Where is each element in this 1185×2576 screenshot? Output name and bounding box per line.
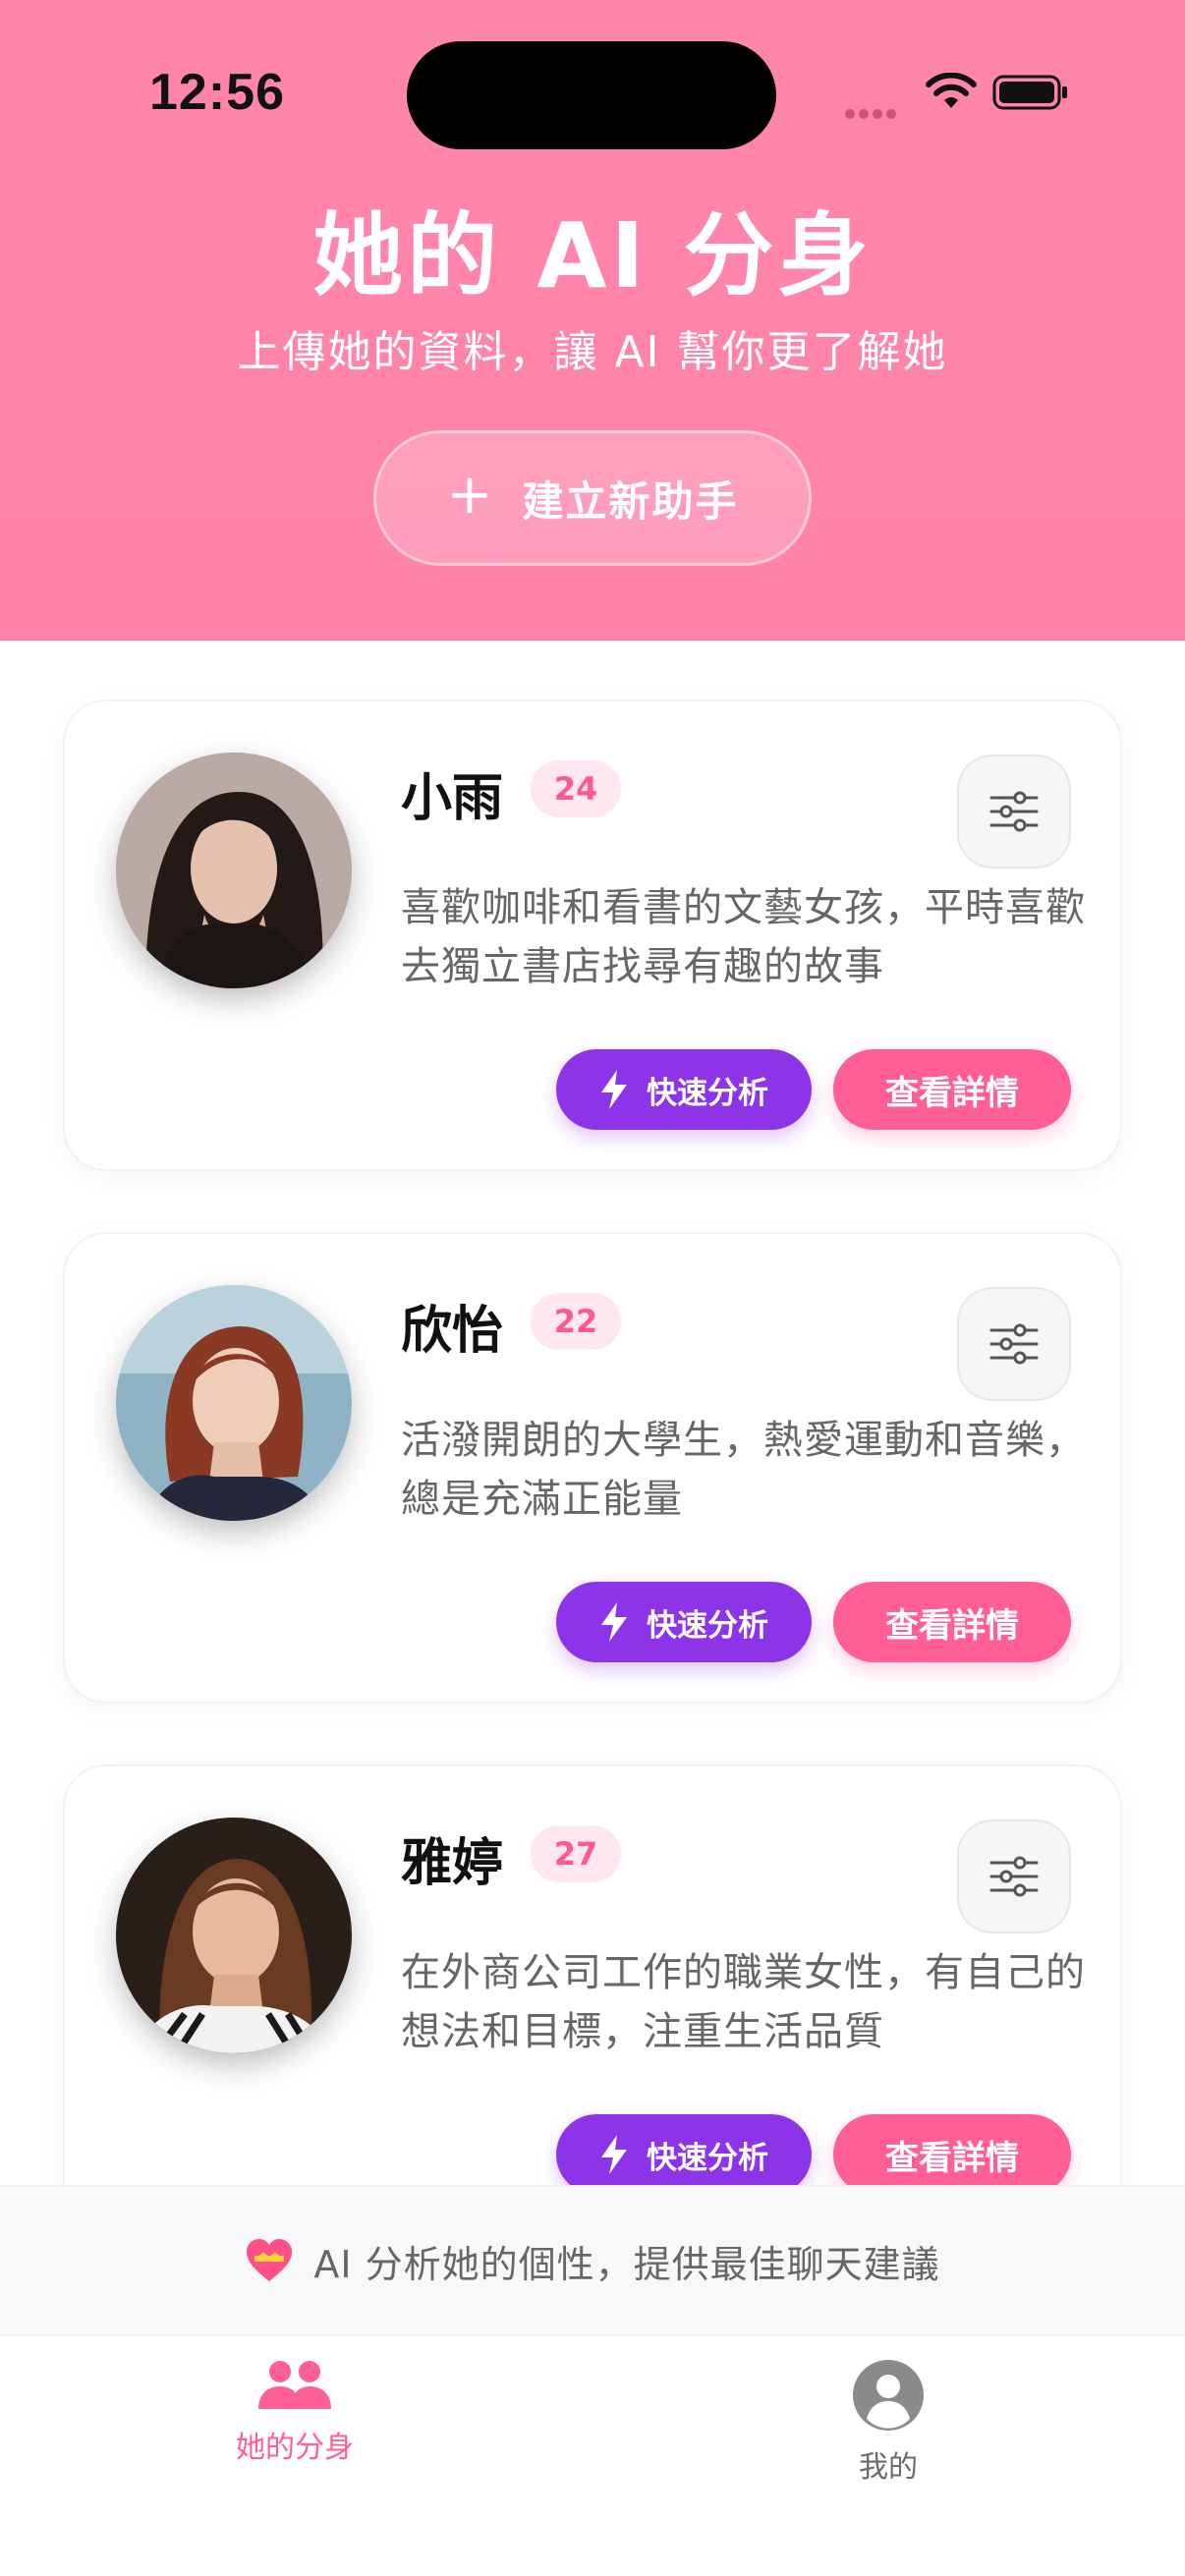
app-screen: 12:56 她的 AI 分身 上傳她的資料，讓 AI 幫你更了解她 + 建立新助… (0, 0, 1185, 2576)
dynamic-island (407, 41, 776, 149)
profile-settings-button[interactable] (957, 755, 1071, 868)
lightning-icon (601, 2135, 627, 2174)
profile-description: 喜歡咖啡和看書的文藝女孩，平時喜歡去獨立書店找尋有趣的故事 (401, 885, 1086, 989)
status-bar: 12:56 (0, 0, 1185, 177)
profile-description: 在外商公司工作的職業女性，有自己的想法和目標，注重生活品質 (401, 1950, 1086, 2054)
create-assistant-button[interactable]: + 建立新助手 (373, 430, 812, 566)
tip-text: AI 分析她的個性，提供最佳聊天建議 (313, 2242, 940, 2286)
battery-icon (992, 75, 1067, 110)
avatar (116, 753, 352, 988)
page-subtitle: 上傳她的資料，讓 AI 幫你更了解她 (237, 327, 948, 377)
quick-analysis-label: 快速分析 (647, 2140, 768, 2176)
view-details-button[interactable]: 查看詳情 (833, 1582, 1071, 1662)
profile-name: 欣怡 (401, 1302, 504, 1361)
person-icon (853, 2360, 924, 2431)
quick-analysis-label: 快速分析 (647, 1075, 768, 1111)
view-details-button[interactable]: 查看詳情 (833, 1049, 1071, 1130)
page-title: 她的 AI 分身 (312, 203, 873, 308)
heart-icon (247, 2239, 293, 2281)
view-details-label: 查看詳情 (885, 1605, 1019, 1646)
profile-name: 雅婷 (401, 1834, 504, 1893)
avatar (116, 1818, 352, 2053)
sliders-icon (989, 1323, 1039, 1365)
status-icons (845, 69, 1091, 128)
tip-banner: AI 分析她的個性，提供最佳聊天建議 (0, 2185, 1185, 2334)
sliders-icon (989, 791, 1039, 832)
age-badge: 24 (531, 760, 621, 817)
profile-card[interactable]: 欣怡 22 活潑開朗的大學生，熱愛運動和音樂，總是充滿正能量 快速分析 查看詳情 (63, 1232, 1122, 1704)
profile-card[interactable]: 雅婷 27 在外商公司工作的職業女性，有自己的想法和目標，注重生活品質 快速分析… (63, 1764, 1122, 2236)
lightning-icon (601, 1602, 627, 1642)
profile-description: 活潑開朗的大學生，熱愛運動和音樂，總是充滿正能量 (401, 1418, 1086, 1522)
quick-analysis-button[interactable]: 快速分析 (556, 1582, 812, 1662)
people-icon (258, 2361, 331, 2409)
avatar (116, 1285, 352, 1521)
header: 12:56 她的 AI 分身 上傳她的資料，讓 AI 幫你更了解她 + 建立新助… (0, 0, 1185, 641)
age-badge: 27 (531, 1825, 621, 1882)
tab-label: 我的 (859, 2450, 918, 2485)
tab-her-avatars[interactable]: 她的分身 (147, 2360, 442, 2466)
profile-name: 小雨 (401, 769, 504, 828)
view-details-label: 查看詳情 (885, 1073, 1019, 1113)
sliders-icon (989, 1856, 1039, 1897)
lightning-icon (601, 1070, 627, 1109)
tab-bar: 她的分身 我的 (0, 2334, 1185, 2576)
tab-label: 她的分身 (236, 2431, 354, 2465)
profile-settings-button[interactable] (957, 1820, 1071, 1933)
view-details-label: 查看詳情 (885, 2138, 1019, 2178)
status-time: 12:56 (149, 64, 285, 121)
cellular-signal-icon (845, 104, 900, 123)
tab-me[interactable]: 我的 (741, 2360, 1036, 2486)
age-badge: 22 (531, 1293, 621, 1350)
plus-icon: + (446, 463, 495, 527)
quick-analysis-button[interactable]: 快速分析 (556, 1049, 812, 1130)
quick-analysis-label: 快速分析 (647, 1607, 768, 1644)
profile-card[interactable]: 小雨 24 喜歡咖啡和看書的文藝女孩，平時喜歡去獨立書店找尋有趣的故事 快速分析… (63, 700, 1122, 1171)
profile-settings-button[interactable] (957, 1287, 1071, 1401)
view-details-button[interactable]: 查看詳情 (833, 2114, 1071, 2195)
quick-analysis-button[interactable]: 快速分析 (556, 2114, 812, 2195)
create-assistant-label: 建立新助手 (522, 476, 739, 526)
wifi-icon (926, 73, 977, 108)
